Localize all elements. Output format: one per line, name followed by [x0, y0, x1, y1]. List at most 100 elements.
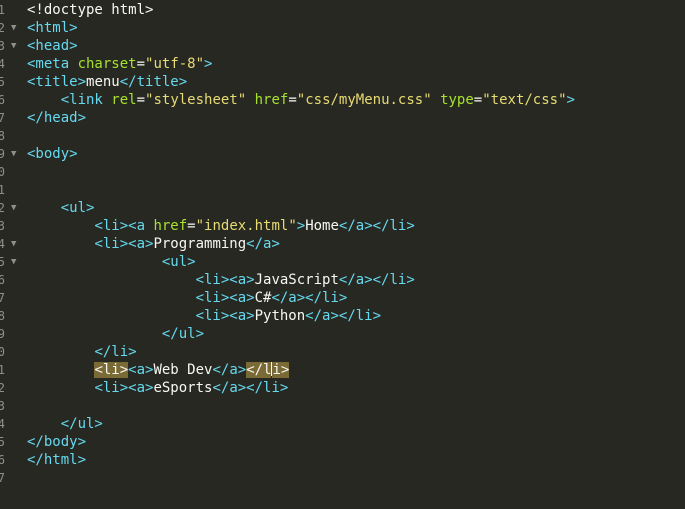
code-line[interactable]: 6 </html> — [0, 451, 685, 469]
fold-arrow-icon[interactable]: ▼ — [11, 235, 16, 253]
code-line[interactable]: 4 </ul> — [0, 415, 685, 433]
code-token: <ul> — [60, 200, 95, 216]
fold-arrow-icon[interactable]: ▼ — [11, 145, 16, 163]
line-number: 0 — [0, 165, 5, 179]
code-token: = — [473, 92, 483, 108]
code-token: <body> — [27, 146, 78, 162]
code-token: Programming — [153, 236, 247, 252]
code-token: </head> — [27, 110, 87, 126]
code-line[interactable]: 8 <li><a>Python</a></li> — [0, 307, 685, 325]
line-number: 8 — [0, 129, 5, 143]
code-token: = — [136, 56, 146, 72]
fold-arrow-icon[interactable]: ▼ — [11, 253, 16, 271]
code-text: <html> — [27, 19, 78, 37]
code-token: > — [204, 56, 213, 72]
code-line[interactable]: 8 — [0, 127, 685, 145]
code-token: <li><a> — [94, 380, 154, 396]
line-number: 5 — [0, 75, 5, 89]
line-number: 4 — [0, 57, 5, 71]
code-token: </ul> — [60, 416, 103, 432]
code-token: C# — [254, 290, 272, 306]
line-number: 9 — [0, 327, 5, 341]
fold-arrow-icon[interactable]: ▼ — [11, 19, 16, 37]
line-number: 7 — [0, 471, 5, 485]
code-line[interactable]: 5 </body> — [0, 433, 685, 451]
code-line[interactable]: 2 ▼ <html> — [0, 19, 685, 37]
code-token: "utf-8" — [145, 56, 205, 72]
code-token: Python — [254, 308, 306, 324]
code-line[interactable]: 0 — [0, 163, 685, 181]
code-token: </a></li> — [212, 380, 289, 396]
code-token: Web Dev — [153, 362, 213, 378]
code-line[interactable]: 3 ▼ <head> — [0, 37, 685, 55]
code-token: </a></li> — [305, 308, 382, 324]
code-token: > — [296, 218, 306, 234]
line-number: 9 — [0, 147, 5, 161]
code-line[interactable]: 9 </ul> — [0, 325, 685, 343]
code-line[interactable]: 0 </li> — [0, 343, 685, 361]
line-number: 3 — [0, 399, 5, 413]
code-text: </li> — [27, 343, 137, 361]
code-token: JavaScript — [254, 272, 339, 288]
code-line[interactable]: 3 <li><a href="index.html">Home</a></li> — [0, 217, 685, 235]
code-line[interactable]: 7 </head> — [0, 109, 685, 127]
code-line[interactable]: 7 — [0, 469, 685, 487]
line-number: 6 — [0, 453, 5, 467]
line-number: 6 — [0, 93, 5, 107]
code-token: <html> — [27, 20, 78, 36]
code-line[interactable]: 7 <li><a>C#</a></li> — [0, 289, 685, 307]
code-text: <li><a>eSports</a></li> — [27, 379, 288, 397]
fold-arrow-icon[interactable]: ▼ — [11, 37, 16, 55]
code-line[interactable]: 3 — [0, 397, 685, 415]
fold-arrow-icon[interactable]: ▼ — [11, 199, 16, 217]
code-token: href — [153, 218, 188, 234]
line-number: 7 — [0, 291, 5, 305]
code-token: Home — [305, 218, 339, 234]
code-token: <ul> — [161, 254, 196, 270]
code-line[interactable]: 9 ▼ <body> — [0, 145, 685, 163]
code-editor[interactable]: 1 <!doctype html> 2 ▼ <html> 3 ▼ <head> 4 <meta c… — [0, 0, 685, 509]
code-line[interactable]: 5 ▼ <ul> — [0, 253, 685, 271]
matched-bracket-highlight: </l — [246, 362, 272, 378]
code-token: </a> — [212, 362, 247, 378]
code-text: </body> — [27, 433, 86, 451]
code-token: <li><a> — [94, 236, 154, 252]
code-token: </a></li> — [271, 290, 348, 306]
code-token: = — [136, 92, 146, 108]
line-number: 1 — [0, 363, 5, 377]
code-line[interactable]: 6 <link rel="stylesheet" href="css/myMen… — [0, 91, 685, 109]
code-token: type — [440, 92, 474, 108]
line-number: 1 — [0, 3, 5, 17]
code-line[interactable]: 5 <title>menu</title> — [0, 73, 685, 91]
code-token: </title> — [119, 74, 188, 90]
code-text: <li><a>Python</a></li> — [27, 307, 381, 325]
line-number: 4 — [0, 417, 5, 431]
code-line[interactable]: 1 — [0, 181, 685, 199]
code-line[interactable]: 1 <li><a>Web Dev</a></li> — [0, 361, 685, 379]
code-token: = — [288, 92, 297, 108]
line-number: 3 — [0, 219, 5, 233]
code-line[interactable]: 1 <!doctype html> — [0, 1, 685, 19]
code-token: charset — [77, 56, 137, 72]
code-line[interactable]: 6 <li><a>JavaScript</a></li> — [0, 271, 685, 289]
code-token: rel — [111, 92, 137, 108]
code-line[interactable]: 4 <meta charset="utf-8"> — [0, 55, 685, 73]
code-token: "index.html" — [195, 218, 297, 234]
code-token: > — [566, 92, 575, 108]
code-token: </li> — [94, 344, 137, 360]
code-text: <!doctype html> — [27, 1, 153, 19]
code-line[interactable]: 4 ▼ <li><a>Programming</a> — [0, 235, 685, 253]
code-token: </ul> — [161, 326, 205, 342]
line-number: 3 — [0, 39, 5, 53]
code-line[interactable]: 2 ▼ <ul> — [0, 199, 685, 217]
code-line[interactable]: 2 <li><a>eSports</a></li> — [0, 379, 685, 397]
